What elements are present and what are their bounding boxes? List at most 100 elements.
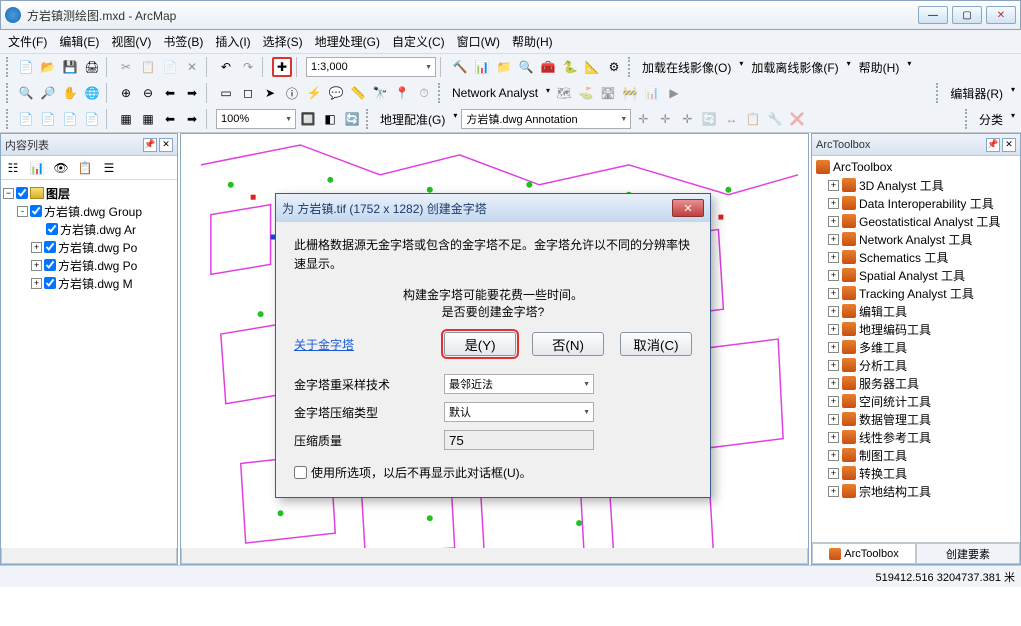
toolbox-item[interactable]: +编辑工具 <box>814 302 1018 320</box>
paste-icon[interactable]: 📄 <box>160 57 180 77</box>
georef-icon-6[interactable]: 📋 <box>743 109 763 129</box>
hyperlink-icon[interactable]: ⚡ <box>304 83 324 103</box>
expander-icon[interactable]: + <box>828 450 839 461</box>
arctoolbox-close-icon[interactable]: ✕ <box>1002 138 1016 152</box>
editor-menu[interactable]: 编辑器(R) <box>946 85 1017 102</box>
toc-layer-row[interactable]: +方岩镇.dwg Po <box>3 238 175 256</box>
yes-button[interactable]: 是(Y) <box>444 332 516 356</box>
scale-combo[interactable]: 1:3,000 <box>306 57 436 77</box>
layout-icon-3[interactable]: 📄 <box>60 109 80 129</box>
expander-icon[interactable]: + <box>828 378 839 389</box>
add-data-icon[interactable]: ✚ <box>272 57 292 77</box>
expander-icon[interactable]: − <box>3 188 14 199</box>
print-icon[interactable]: 🖨 <box>82 57 102 77</box>
georef-icon-2[interactable]: ✛ <box>655 109 675 129</box>
georef-icon-1[interactable]: ✛ <box>633 109 653 129</box>
expander-icon[interactable]: + <box>828 270 839 281</box>
toolbox-item[interactable]: +线性参考工具 <box>814 428 1018 446</box>
expander-icon[interactable]: + <box>828 198 839 209</box>
toolbox-item[interactable]: +Geostatistical Analyst 工具 <box>814 212 1018 230</box>
georef-icon-7[interactable]: 🔧 <box>765 109 785 129</box>
toolbox-icon[interactable]: 🧰 <box>538 57 558 77</box>
cancel-button[interactable]: 取消(C) <box>620 332 692 356</box>
menu-geoprocessing[interactable]: 地理处理(G) <box>315 33 380 50</box>
layout-icon-9[interactable]: 🔲 <box>298 109 318 129</box>
toolbox-item[interactable]: +地理编码工具 <box>814 320 1018 338</box>
clear-select-icon[interactable]: ◻ <box>238 83 258 103</box>
toolbox-item[interactable]: +转换工具 <box>814 464 1018 482</box>
measure-icon[interactable]: 📏 <box>348 83 368 103</box>
expander-icon[interactable]: + <box>828 252 839 263</box>
menu-bookmarks[interactable]: 书签(B) <box>163 33 203 50</box>
cut-icon[interactable]: ✂ <box>116 57 136 77</box>
layout-icon-2[interactable]: 📄 <box>38 109 58 129</box>
toc-icon[interactable]: 📊 <box>472 57 492 77</box>
map-scrollbar[interactable] <box>181 548 808 564</box>
toolbox-item[interactable]: +Spatial Analyst 工具 <box>814 266 1018 284</box>
georef-icon-3[interactable]: ✛ <box>677 109 697 129</box>
na-icon-2[interactable]: ⛳ <box>576 83 596 103</box>
expander-icon[interactable]: + <box>828 360 839 371</box>
tab-arctoolbox[interactable]: ArcToolbox <box>812 543 916 564</box>
toc-layer-row[interactable]: +方岩镇.dwg M <box>3 274 175 292</box>
grip[interactable] <box>965 109 971 129</box>
search-icon[interactable]: 🔍 <box>516 57 536 77</box>
no-button[interactable]: 否(N) <box>532 332 604 356</box>
expander-icon[interactable]: + <box>828 324 839 335</box>
menu-customize[interactable]: 自定义(C) <box>392 33 445 50</box>
dialog-close-icon[interactable]: ✕ <box>672 199 704 217</box>
toolbox-item[interactable]: +服务器工具 <box>814 374 1018 392</box>
expander-icon[interactable]: + <box>828 432 839 443</box>
na-icon-1[interactable]: 🗺 <box>554 83 574 103</box>
na-icon-3[interactable]: 🛣 <box>598 83 618 103</box>
toc-layer-row[interactable]: 方岩镇.dwg Ar <box>3 220 175 238</box>
menu-edit[interactable]: 编辑(E) <box>59 33 99 50</box>
next-extent-icon[interactable]: ➡ <box>182 83 202 103</box>
grip[interactable] <box>366 109 372 129</box>
editor-toolbar-icon[interactable]: 🔨 <box>450 57 470 77</box>
menu-select[interactable]: 选择(S) <box>263 33 303 50</box>
toolbox-item[interactable]: +多维工具 <box>814 338 1018 356</box>
expander-icon[interactable]: + <box>828 234 839 245</box>
fixed-zoomout-icon[interactable]: ⊖ <box>138 83 158 103</box>
layout-icon-5[interactable]: ▦ <box>116 109 136 129</box>
grip[interactable] <box>6 83 12 103</box>
toolbox-item[interactable]: +分析工具 <box>814 356 1018 374</box>
toc-close-icon[interactable]: ✕ <box>159 138 173 152</box>
online-imagery-menu[interactable]: 加载在线影像(O) <box>638 59 745 76</box>
select-elements-icon[interactable]: ➤ <box>260 83 280 103</box>
toc-view1-icon[interactable]: ☷ <box>3 158 23 178</box>
delete-icon[interactable]: ✕ <box>182 57 202 77</box>
expander-icon[interactable]: + <box>31 260 42 271</box>
identify-icon[interactable]: ⓘ <box>282 83 302 103</box>
pan-icon[interactable]: ✋ <box>60 83 80 103</box>
catalog-icon[interactable]: 📁 <box>494 57 514 77</box>
expander-icon[interactable]: + <box>828 468 839 479</box>
arctoolbox-root[interactable]: ArcToolbox <box>814 158 1018 176</box>
save-icon[interactable]: 💾 <box>60 57 80 77</box>
toc-layer-row[interactable]: +方岩镇.dwg Po <box>3 256 175 274</box>
expander-icon[interactable]: + <box>31 242 42 253</box>
toolbox-item[interactable]: +数据管理工具 <box>814 410 1018 428</box>
toolbox-item[interactable]: +3D Analyst 工具 <box>814 176 1018 194</box>
zoomout-icon[interactable]: 🔎 <box>38 83 58 103</box>
tab-create-features[interactable]: 创建要素 <box>916 543 1020 564</box>
georef-icon-4[interactable]: 🔄 <box>699 109 719 129</box>
toc-layer-row[interactable]: -方岩镇.dwg Group <box>3 202 175 220</box>
na-icon-5[interactable]: 📊 <box>642 83 662 103</box>
find-icon[interactable]: 🔭 <box>370 83 390 103</box>
findxy-icon[interactable]: 📍 <box>392 83 412 103</box>
na-icon-6[interactable]: ▶ <box>664 83 684 103</box>
toolbox-item[interactable]: +空间统计工具 <box>814 392 1018 410</box>
grip[interactable] <box>6 109 12 129</box>
compress-combo[interactable]: 默认 <box>444 402 594 422</box>
layout-icon-11[interactable]: 🔄 <box>342 109 362 129</box>
layer-checkbox[interactable] <box>44 241 56 253</box>
layer-checkbox[interactable] <box>16 187 28 199</box>
undo-icon[interactable]: ↶ <box>216 57 236 77</box>
toc-scrollbar[interactable] <box>1 548 177 564</box>
expander-icon[interactable]: - <box>17 206 28 217</box>
prev-extent-icon[interactable]: ⬅ <box>160 83 180 103</box>
expander-icon[interactable]: + <box>828 486 839 497</box>
time-slider-icon[interactable]: ⏱ <box>414 83 434 103</box>
